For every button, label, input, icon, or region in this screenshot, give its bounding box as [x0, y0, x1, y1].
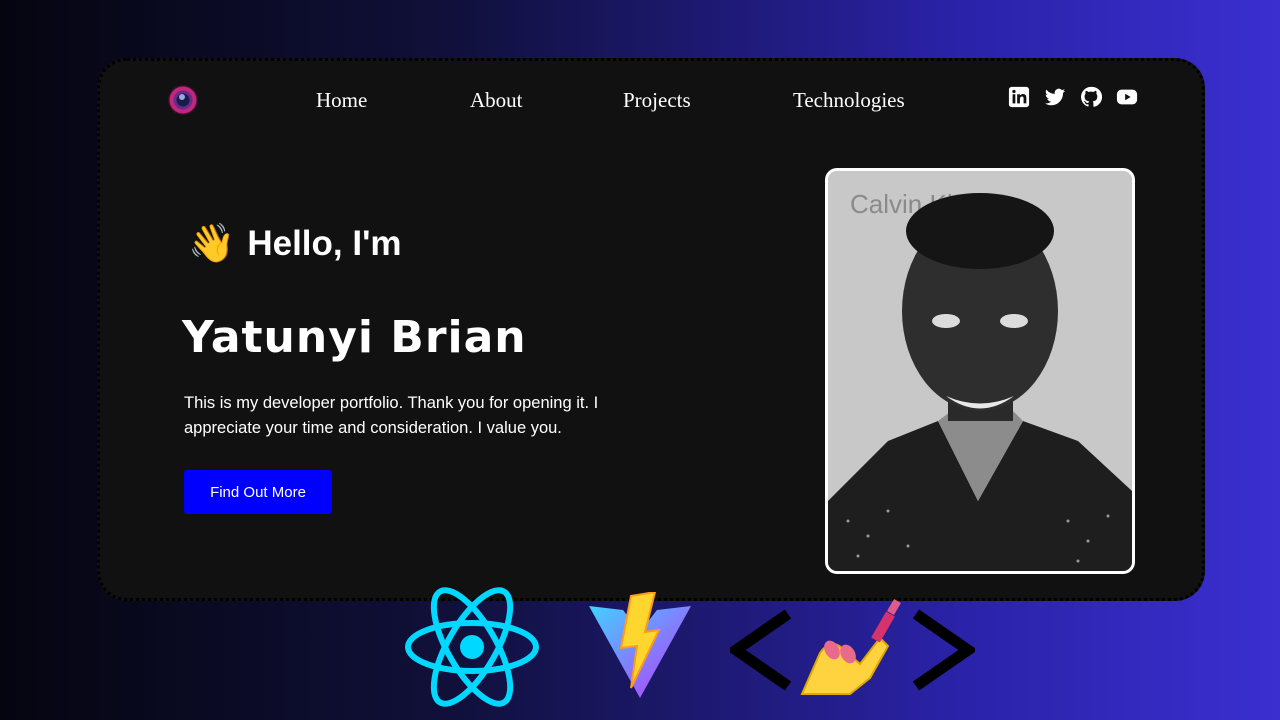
nav-home[interactable]: Home	[316, 88, 367, 113]
profile-photo: Calvin Kl	[825, 168, 1135, 574]
react-logo-icon	[402, 585, 542, 715]
greeting-text: Hello, I'm	[247, 224, 402, 263]
github-icon[interactable]	[1080, 86, 1102, 108]
logo-icon[interactable]	[168, 85, 198, 115]
nav-about[interactable]: About	[470, 88, 523, 113]
greeting: 👋 Hello, I'm	[188, 224, 402, 264]
styled-components-logo-icon	[726, 598, 978, 703]
vite-logo-icon	[587, 590, 693, 705]
find-out-more-button[interactable]: Find Out More	[184, 470, 332, 514]
intro-paragraph: This is my developer portfolio. Thank yo…	[184, 394, 599, 437]
youtube-icon[interactable]	[1116, 86, 1138, 108]
nav-technologies[interactable]: Technologies	[793, 88, 905, 113]
logo-highlight	[179, 94, 185, 100]
developer-name: Yatunyi Brian	[182, 312, 527, 363]
waving-hand-icon: 👋	[188, 223, 236, 265]
twitter-icon[interactable]	[1044, 86, 1066, 108]
linkedin-icon[interactable]	[1008, 86, 1030, 108]
nav-projects[interactable]: Projects	[623, 88, 691, 113]
